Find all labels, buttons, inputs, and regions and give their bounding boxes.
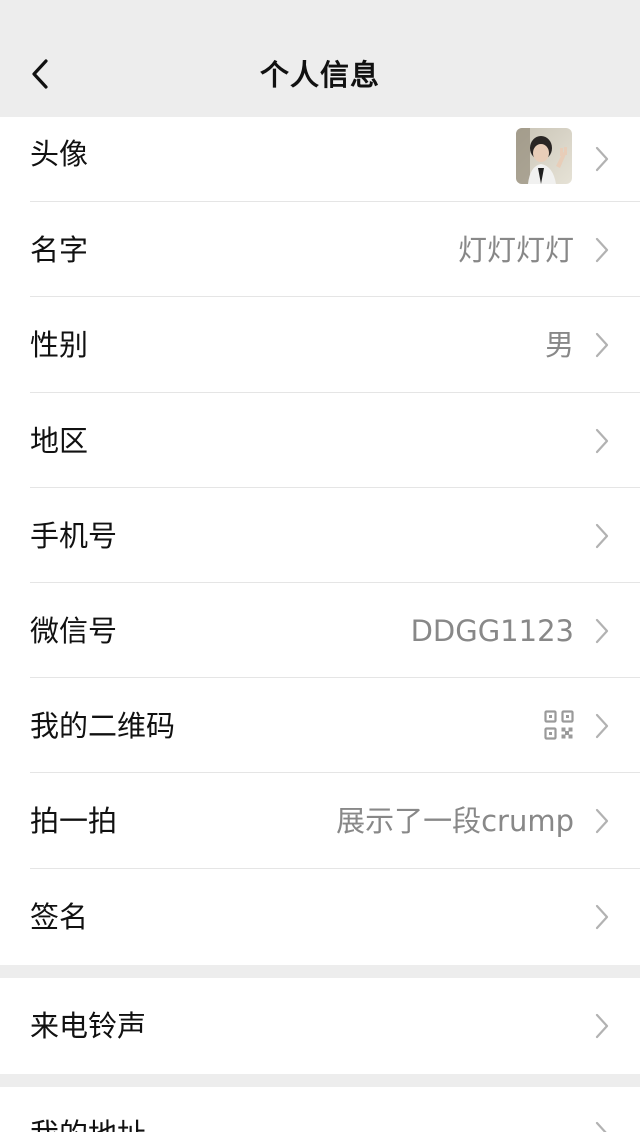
profile-screen: 个人信息 头像 名字 灯灯灯灯 性别 男 地区 手机号 微信号 DDGG1123… <box>0 0 640 1132</box>
ringtone-group: 来电铃声 <box>0 978 640 1074</box>
row-label: 名字 <box>30 233 89 267</box>
row-label: 拍一拍 <box>30 804 118 838</box>
row-value: 男 <box>544 328 574 362</box>
row-name[interactable]: 名字 灯灯灯灯 <box>0 202 640 297</box>
chevron-right-icon <box>595 332 609 358</box>
row-avatar[interactable]: 头像 <box>0 117 640 202</box>
row-label: 性别 <box>30 328 89 362</box>
row-label: 微信号 <box>30 614 118 648</box>
chevron-right-icon <box>595 237 609 263</box>
row-value: DDGG1123 <box>410 614 574 648</box>
chevron-right-icon <box>595 1013 609 1039</box>
chevron-right-icon <box>595 1121 607 1132</box>
row-label: 头像 <box>30 137 89 171</box>
chevron-right-icon <box>595 618 609 644</box>
qr-code-icon <box>544 710 574 740</box>
row-ringtone[interactable]: 来电铃声 <box>0 978 640 1074</box>
row-signature[interactable]: 签名 <box>0 869 640 965</box>
profile-info-group: 头像 名字 灯灯灯灯 性别 男 地区 手机号 微信号 DDGG1123 我的二维… <box>0 117 640 965</box>
row-wechat-id[interactable]: 微信号 DDGG1123 <box>0 583 640 678</box>
nav-bar: 个人信息 <box>0 0 640 117</box>
row-label: 我的二维码 <box>30 709 176 743</box>
row-address[interactable]: 我的地址 <box>0 1087 640 1132</box>
row-value: 灯灯灯灯 <box>457 233 574 267</box>
page-title: 个人信息 <box>259 58 380 92</box>
row-gender[interactable]: 性别 男 <box>0 297 640 393</box>
chevron-right-icon <box>595 808 609 834</box>
chevron-right-icon <box>595 523 609 549</box>
row-qr-code[interactable]: 我的二维码 <box>0 678 640 773</box>
address-group: 我的地址 <box>0 1087 640 1132</box>
chevron-right-icon <box>595 904 609 930</box>
chevron-right-icon <box>595 146 609 172</box>
row-label: 我的地址 <box>30 1117 146 1132</box>
row-label: 签名 <box>30 900 89 934</box>
avatar <box>516 128 572 184</box>
chevron-right-icon <box>595 713 609 739</box>
row-region[interactable]: 地区 <box>0 393 640 488</box>
chevron-right-icon <box>595 428 609 454</box>
row-label: 地区 <box>30 424 89 458</box>
row-label: 手机号 <box>30 519 118 553</box>
row-pat[interactable]: 拍一拍 展示了一段crump <box>0 773 640 869</box>
row-phone[interactable]: 手机号 <box>0 488 640 583</box>
row-value: 展示了一段crump <box>336 804 574 838</box>
row-label: 来电铃声 <box>30 1009 147 1043</box>
